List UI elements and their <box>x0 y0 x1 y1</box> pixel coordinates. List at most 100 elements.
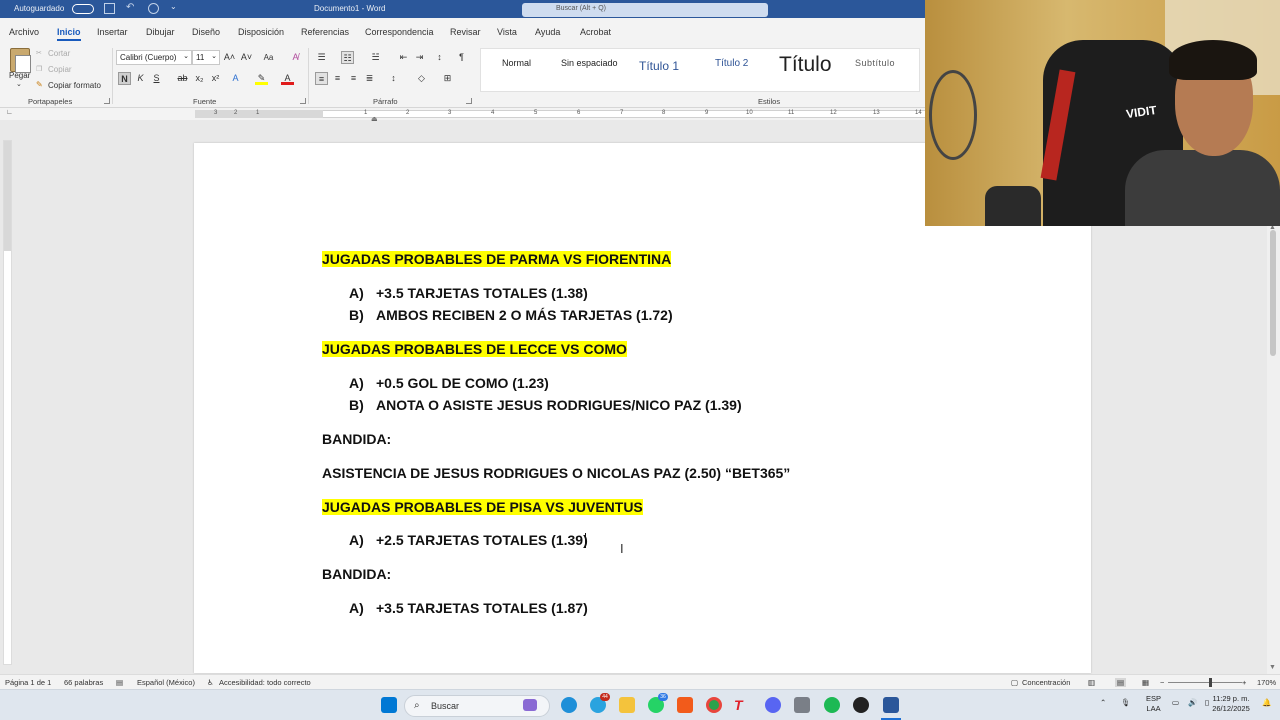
show-formatting-icon[interactable]: ¶ <box>455 51 468 64</box>
style-normal[interactable]: Normal <box>502 58 531 68</box>
horizontal-ruler[interactable]: ∟ 3 2 1 1 2 3 4 5 6 7 8 9 10 11 12 13 14… <box>0 108 925 123</box>
language-indicator[interactable]: ESP LAA <box>1146 694 1161 714</box>
zoom-level[interactable]: 170% <box>1257 678 1276 687</box>
style-subtitulo[interactable]: Subtítulo <box>855 58 895 68</box>
taskbar-search[interactable]: ⌕ Buscar <box>404 695 550 717</box>
font-name-select[interactable]: Calibri (Cuerpo) ⌄ <box>116 50 192 65</box>
network-icon[interactable]: ▭ <box>1172 698 1179 708</box>
word-icon[interactable] <box>883 697 899 713</box>
multilevel-list-icon[interactable]: ☱ <box>369 51 382 64</box>
paste-button[interactable]: Pegar <box>9 71 30 80</box>
tab-dibujar[interactable]: Dibujar <box>146 27 175 37</box>
numbering-icon[interactable]: ☷ <box>341 51 354 64</box>
microphone-icon[interactable]: 🎙 <box>1121 698 1131 708</box>
zoom-slider[interactable] <box>1168 682 1242 683</box>
tab-vista[interactable]: Vista <box>497 27 517 37</box>
italic-button[interactable]: K <box>134 72 147 85</box>
tab-revisar[interactable]: Revisar <box>450 27 481 37</box>
style-titulo-2[interactable]: Título 2 <box>715 58 748 69</box>
font-size-select[interactable]: 11 ⌄ <box>192 50 220 65</box>
font-launcher-icon[interactable] <box>300 98 306 104</box>
focus-mode-button[interactable]: Concentración <box>1022 678 1070 687</box>
redo-icon[interactable] <box>148 3 159 14</box>
grow-font-icon[interactable]: A˄ <box>223 51 236 64</box>
word-count[interactable]: 66 palabras <box>64 678 103 687</box>
chrome-icon[interactable] <box>706 697 722 713</box>
superscript-icon[interactable]: x² <box>209 72 222 85</box>
windows-start-icon[interactable] <box>381 697 397 713</box>
edge-icon[interactable] <box>561 697 577 713</box>
paste-icon[interactable] <box>10 48 31 73</box>
volume-icon[interactable]: 🔊 <box>1188 698 1197 708</box>
tray-overflow-icon[interactable]: ⌃ <box>1100 698 1106 708</box>
cut-button[interactable]: Cortar <box>48 49 70 58</box>
brave-icon[interactable] <box>677 697 693 713</box>
discord-icon[interactable] <box>765 697 781 713</box>
notifications-icon[interactable]: 🔔 <box>1262 698 1271 708</box>
tab-correspondencia[interactable]: Correspondencia <box>365 27 434 37</box>
decrease-indent-icon[interactable]: ⇤ <box>397 51 410 64</box>
paste-dropdown-icon[interactable]: ⌄ <box>16 80 22 88</box>
justify-icon[interactable]: ≣ <box>363 72 376 85</box>
zoom-in-icon[interactable]: + <box>1242 678 1246 687</box>
scroll-thumb[interactable] <box>1270 230 1276 356</box>
clipboard-launcher-icon[interactable] <box>104 98 110 104</box>
align-center-icon[interactable]: ≡ <box>331 72 344 85</box>
tab-inicio[interactable]: Inicio <box>57 27 81 41</box>
customize-qat-icon[interactable]: ⌄ <box>170 2 181 13</box>
shrink-font-icon[interactable]: A˅ <box>240 51 253 64</box>
undo-icon[interactable]: ↶ <box>126 2 137 13</box>
bold-button[interactable]: N <box>118 72 131 85</box>
borders-icon[interactable]: ⊞ <box>441 72 454 85</box>
tab-selector-icon[interactable]: ∟ <box>6 109 13 116</box>
style-sin-espaciado[interactable]: Sin espaciado <box>561 58 618 68</box>
zoom-out-icon[interactable]: − <box>1160 678 1164 687</box>
strikethrough-icon[interactable]: ab <box>176 72 189 85</box>
align-right-icon[interactable]: ≡ <box>347 72 360 85</box>
scroll-down-icon[interactable]: ▼ <box>1269 664 1276 671</box>
proofing-icon[interactable]: ▤ <box>116 678 123 687</box>
paragraph-launcher-icon[interactable] <box>466 98 472 104</box>
calculator-icon[interactable] <box>794 697 810 713</box>
align-left-icon[interactable]: ≡ <box>315 72 328 85</box>
clock[interactable]: 11:29 p. m. 26/12/2025 <box>1208 694 1254 714</box>
underline-button[interactable]: S <box>150 72 163 85</box>
indent-marker-icon[interactable]: ⏏ <box>371 115 378 123</box>
text-effects-icon[interactable]: A <box>229 72 242 85</box>
tab-disposicion[interactable]: Disposición <box>238 27 284 37</box>
file-explorer-icon[interactable] <box>619 697 635 713</box>
tab-acrobat[interactable]: Acrobat <box>580 27 611 37</box>
obs-icon[interactable] <box>853 697 869 713</box>
increase-indent-icon[interactable]: ⇥ <box>413 51 426 64</box>
spotify-icon[interactable] <box>824 697 840 713</box>
sort-icon[interactable]: ↕ <box>433 51 446 64</box>
print-layout-icon[interactable]: ▤ <box>1115 678 1127 687</box>
line-spacing-icon[interactable]: ↕ <box>387 72 400 85</box>
tab-archivo[interactable]: Archivo <box>9 27 39 37</box>
style-titulo-1[interactable]: Título 1 <box>639 59 679 73</box>
clear-formatting-icon[interactable]: A̸ <box>289 51 302 64</box>
save-icon[interactable] <box>104 3 115 14</box>
accessibility-status[interactable]: Accesibilidad: todo correcto <box>219 678 311 687</box>
tab-diseno[interactable]: Diseño <box>192 27 220 37</box>
bullets-icon[interactable]: ☰ <box>315 51 328 64</box>
read-mode-icon[interactable]: ▥ <box>1088 678 1095 687</box>
autosave-toggle[interactable] <box>72 4 94 14</box>
copy-button[interactable]: Copiar <box>48 65 72 74</box>
title-search-box[interactable]: Buscar (Alt + Q) <box>522 3 768 17</box>
change-case-icon[interactable]: Aa <box>262 51 275 64</box>
page-count[interactable]: Página 1 de 1 <box>5 678 51 687</box>
shading-icon[interactable]: ◇ <box>415 72 428 85</box>
zoom-slider-thumb[interactable] <box>1209 678 1212 687</box>
subscript-icon[interactable]: x₂ <box>193 72 206 85</box>
tab-ayuda[interactable]: Ayuda <box>535 27 560 37</box>
style-titulo[interactable]: Título <box>779 53 832 77</box>
tab-referencias[interactable]: Referencias <box>301 27 349 37</box>
language-status[interactable]: Español (México) <box>137 678 195 687</box>
vertical-scrollbar[interactable]: ▲ ▼ <box>1267 224 1280 674</box>
highlight-color-icon[interactable]: ✎ <box>255 72 268 85</box>
tab-insertar[interactable]: Insertar <box>97 27 128 37</box>
web-layout-icon[interactable]: ▦ <box>1142 678 1149 687</box>
vertical-ruler[interactable] <box>3 140 12 665</box>
format-painter-button[interactable]: Copiar formato <box>48 81 101 90</box>
